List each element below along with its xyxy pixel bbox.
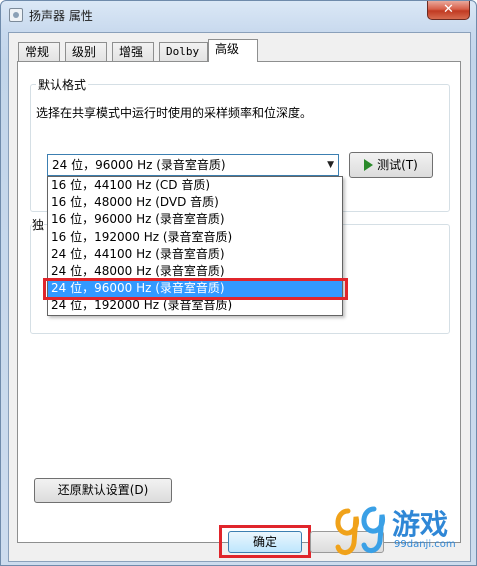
speaker-icon [9, 8, 23, 22]
advanced-panel: 默认格式 选择在共享模式中运行时使用的采样频率和位深度。 24 位，96000 … [17, 61, 461, 543]
tab-general[interactable]: 常规 [18, 42, 60, 61]
tab-levels[interactable]: 级别 [65, 42, 107, 61]
format-option[interactable]: 16 位，192000 Hz (录音室音质) [48, 229, 342, 246]
watermark-text: 游戏 [392, 508, 449, 541]
logo-icon [335, 506, 385, 555]
window-title: 扬声器 属性 [29, 9, 93, 23]
play-icon [364, 159, 374, 171]
tab-enhancements[interactable]: 增强 [112, 42, 154, 61]
restore-defaults-button[interactable]: 还原默认设置(D) [34, 478, 172, 503]
dialog-client: 常规 级别 增强 Dolby 高级 默认格式 选择在共享模式中运行时使用的采样频… [8, 32, 471, 562]
test-button-label: 测试(T) [377, 158, 418, 172]
close-button[interactable]: ✕ [427, 1, 470, 20]
ok-button[interactable]: 确定 [228, 531, 302, 553]
format-option[interactable]: 16 位，96000 Hz (录音室音质) [48, 211, 342, 228]
tab-advanced[interactable]: 高级 [208, 39, 258, 62]
selected-option-highlight [43, 278, 348, 300]
format-description: 选择在共享模式中运行时使用的采样频率和位深度。 [36, 106, 313, 120]
properties-window: 扬声器 属性 ✕ 常规 级别 增强 Dolby 高级 默认格式 选择在共享模式中… [0, 0, 477, 566]
format-select-value: 24 位，96000 Hz (录音室音质) [52, 158, 226, 172]
exclusive-mode-label: 独 [32, 216, 45, 233]
format-option[interactable]: 16 位，44100 Hz (CD 音质) [48, 177, 342, 194]
watermark-url: 99danji.com [394, 539, 456, 550]
format-select[interactable]: 24 位，96000 Hz (录音室音质) ▼ [47, 154, 339, 176]
watermark-logo: 游戏 99danji.com [334, 499, 474, 563]
chevron-down-icon[interactable]: ▼ [327, 155, 334, 175]
tab-dolby[interactable]: Dolby [159, 42, 208, 61]
title-bar[interactable]: 扬声器 属性 ✕ [1, 1, 476, 29]
format-option[interactable]: 24 位，44100 Hz (录音室音质) [48, 246, 342, 263]
format-option[interactable]: 16 位，48000 Hz (DVD 音质) [48, 194, 342, 211]
default-format-label: 默认格式 [36, 76, 89, 93]
test-button[interactable]: 测试(T) [349, 152, 433, 178]
